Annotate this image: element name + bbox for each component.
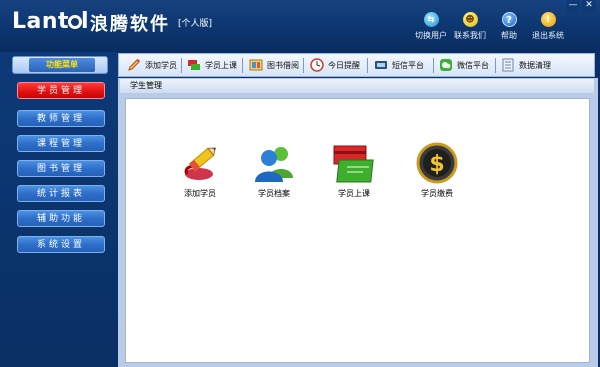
toolbar-today-reminder-label: 今日提醒 <box>328 60 360 70</box>
app-title: 浪腾软件 <box>90 14 170 35</box>
cards-icon <box>187 58 201 72</box>
sidebar-item-student-management[interactable]: 学员管理 <box>17 82 105 99</box>
toolbar-today-reminder[interactable]: 今日提醒 <box>310 57 360 73</box>
toolbar-divider <box>242 58 243 73</box>
sidebar-item-book-management[interactable]: 图书管理 <box>17 160 105 177</box>
exit-label: 退出系统 <box>532 31 564 40</box>
module-student-records[interactable]: 学员档案 <box>244 142 304 199</box>
svg-text:$: $ <box>429 152 444 177</box>
module-student-payment-label: 学员缴费 <box>421 189 453 198</box>
toolbar-divider <box>433 58 434 73</box>
sidebar-item-course-management[interactable]: 课程管理 <box>17 135 105 152</box>
module-student-records-label: 学员档案 <box>258 189 290 198</box>
add-student-icon <box>177 142 223 186</box>
sidebar-item-auxiliary[interactable]: 辅助功能 <box>17 210 105 227</box>
module-add-student-label: 添加学员 <box>184 189 216 198</box>
clock-icon <box>310 58 324 72</box>
toolbar-add-student[interactable]: 添加学员 <box>127 57 177 73</box>
toolbar-data-cleanup[interactable]: 数据清理 <box>501 57 551 73</box>
module-student-class-label: 学员上课 <box>338 189 370 198</box>
brand-logo: Lant l <box>12 9 90 34</box>
toolbar-student-class[interactable]: 学员上课 <box>187 57 237 73</box>
toolbar-sms-platform-label: 短信平台 <box>392 60 424 70</box>
contact-icon: ☻ <box>462 12 478 27</box>
sidebar-title-frame: 功能菜单 <box>12 56 108 74</box>
sidebar-item-settings[interactable]: 系统设置 <box>17 236 105 253</box>
exit-icon: ! <box>540 12 556 27</box>
toolbar-add-student-label: 添加学员 <box>145 60 177 70</box>
toolbar-wechat-platform[interactable]: 微信平台 <box>439 57 489 73</box>
sidebar-item-teacher-management[interactable]: 教师管理 <box>17 110 105 127</box>
toolbar-divider <box>181 58 182 73</box>
data-clean-icon <box>501 58 515 72</box>
sidebar-item-reports[interactable]: 统计报表 <box>17 185 105 202</box>
toolbar: 添加学员 学员上课 图书借阅 今日提醒 短信平台 微信平台 数据清理 <box>118 53 595 77</box>
module-student-payment[interactable]: $ 学员缴费 <box>407 142 467 199</box>
exit-button[interactable]: ! 退出系统 <box>524 12 572 46</box>
pencil-icon <box>127 58 141 72</box>
book-icon <box>249 58 263 72</box>
sidebar: 功能菜单 学员管理 教师管理 课程管理 图书管理 统计报表 辅助功能 系统设置 <box>0 52 118 367</box>
wechat-icon <box>439 58 453 72</box>
switch-user-icon: ⇆ <box>423 12 439 27</box>
module-student-class[interactable]: 学员上课 <box>324 142 384 199</box>
payment-icon: $ <box>414 142 460 186</box>
student-class-icon <box>331 142 377 186</box>
toolbar-divider <box>303 58 304 73</box>
toolbar-data-cleanup-label: 数据清理 <box>519 60 551 70</box>
toolbar-wechat-platform-label: 微信平台 <box>457 60 489 70</box>
help-label: 帮助 <box>501 31 517 40</box>
module-add-student[interactable]: 添加学员 <box>170 142 230 199</box>
toolbar-divider <box>367 58 368 73</box>
close-button[interactable]: ✕ <box>582 0 596 12</box>
minimize-button[interactable]: — <box>566 0 580 12</box>
toolbar-student-class-label: 学员上课 <box>205 60 237 70</box>
title-bar: Lant l 浪腾软件 [个人版] ⇆ 切换用户 ☻ 联系我们 ? 帮助 ! 退出… <box>0 0 600 52</box>
toolbar-book-lending[interactable]: 图书借阅 <box>249 57 299 73</box>
toolbar-book-lending-label: 图书借阅 <box>267 60 299 70</box>
sidebar-title: 功能菜单 <box>29 58 95 72</box>
student-records-icon <box>251 142 297 186</box>
content-title: 学生管理 <box>120 79 594 93</box>
toolbar-divider <box>495 58 496 73</box>
switch-user-label: 切换用户 <box>415 31 447 40</box>
sms-icon <box>374 58 388 72</box>
contact-us-label: 联系我们 <box>454 31 486 40</box>
edition-badge: [个人版] <box>178 19 213 29</box>
content-panel <box>125 98 590 363</box>
toolbar-sms-platform[interactable]: 短信平台 <box>374 57 424 73</box>
help-icon: ? <box>501 12 517 27</box>
